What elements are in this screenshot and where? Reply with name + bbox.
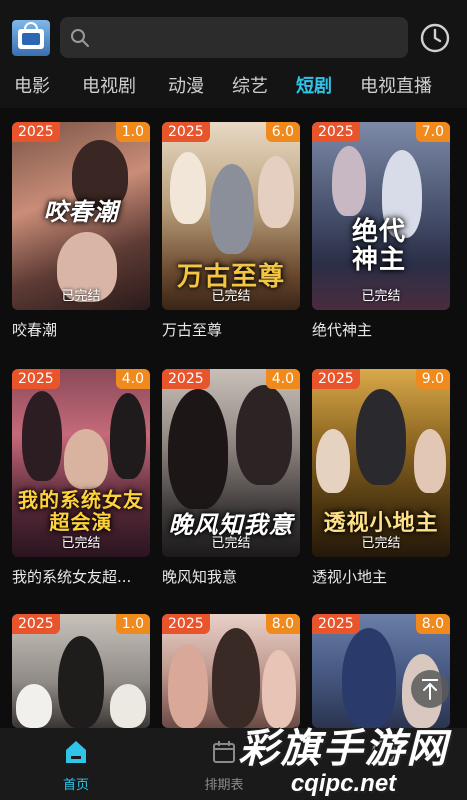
- drama-card[interactable]: 2025 8.0: [162, 614, 300, 728]
- poster-title: 绝代神主: [351, 217, 406, 275]
- back-to-top-button[interactable]: [411, 670, 449, 708]
- year-badge: 2025: [312, 614, 360, 634]
- poster-image: 我的系统女友超会演 2025 4.0 已完结: [12, 369, 150, 557]
- status-label: 已完结: [361, 536, 401, 551]
- top-bar: [0, 0, 467, 68]
- score-badge: 8.0: [265, 614, 300, 634]
- poster-title: 我的系统女友超会演: [18, 488, 144, 534]
- drama-card[interactable]: 2025 1.0: [12, 614, 150, 728]
- poster-image: 透视小地主 2025 9.0 已完结: [312, 369, 450, 557]
- score-badge: 1.0: [115, 614, 150, 634]
- search-icon: [71, 29, 89, 47]
- home-icon: [66, 741, 86, 763]
- card-title: 我的系统女友超...: [12, 568, 132, 586]
- score-badge: 9.0: [415, 369, 450, 389]
- card-title: 晚风知我意: [162, 568, 238, 586]
- nav-home[interactable]: 首页: [36, 738, 116, 793]
- drama-card[interactable]: 透视小地主 2025 9.0 已完结 透视小地主: [312, 369, 450, 587]
- score-badge: 4.0: [265, 369, 300, 389]
- poster-image: 咬春潮 2025 1.0 已完结: [12, 122, 150, 310]
- year-badge: 2025: [12, 122, 60, 142]
- tab-tv-series[interactable]: 电视剧: [82, 72, 136, 98]
- tab-variety[interactable]: 综艺: [232, 72, 268, 98]
- year-badge: 2025: [12, 614, 60, 634]
- score-badge: 6.0: [265, 122, 300, 142]
- drama-card[interactable]: 咬春潮 2025 1.0 已完结 咬春潮: [12, 122, 150, 340]
- status-label: 已完结: [211, 289, 251, 304]
- year-badge: 2025: [312, 122, 360, 142]
- tv-logo-icon[interactable]: [12, 20, 50, 56]
- year-badge: 2025: [12, 369, 60, 389]
- search-input[interactable]: [60, 17, 408, 58]
- poster-image: 2025 8.0: [162, 614, 300, 728]
- status-label: 已完结: [61, 536, 101, 551]
- score-badge: 7.0: [415, 122, 450, 142]
- score-badge: 8.0: [415, 614, 450, 634]
- poster-image: 晚风知我意 2025 4.0 已完结: [162, 369, 300, 557]
- arrow-up-icon: [422, 679, 438, 700]
- watermark-url: cqipc.net: [290, 770, 397, 797]
- poster-title: 咬春潮: [43, 198, 119, 226]
- card-title: 咬春潮: [12, 321, 58, 339]
- card-title: 透视小地主: [312, 568, 388, 586]
- tab-short-drama[interactable]: 短剧: [296, 72, 332, 98]
- status-label: 已完结: [61, 289, 101, 304]
- clock-icon[interactable]: [419, 22, 451, 54]
- score-badge: 4.0: [115, 369, 150, 389]
- poster-image: 万古至尊 2025 6.0 已完结: [162, 122, 300, 310]
- watermark: 彩旗手游网 cqipc.net: [226, 716, 461, 798]
- drama-card[interactable]: 晚风知我意 2025 4.0 已完结 晚风知我意: [162, 369, 300, 587]
- tab-movies[interactable]: 电影: [14, 72, 50, 98]
- category-tabs: 电影 电视剧 动漫 综艺 短剧 电视直播: [0, 68, 467, 108]
- tab-anime[interactable]: 动漫: [168, 72, 204, 98]
- drama-card[interactable]: 绝代神主 2025 7.0 已完结 绝代神主: [312, 122, 450, 340]
- tab-live-tv[interactable]: 电视直播: [360, 72, 432, 98]
- year-badge: 2025: [162, 122, 210, 142]
- year-badge: 2025: [162, 614, 210, 634]
- nav-home-label: 首页: [62, 778, 89, 793]
- poster-image: 2025 1.0: [12, 614, 150, 728]
- drama-card[interactable]: 我的系统女友超会演 2025 4.0 已完结 我的系统女友超...: [12, 369, 150, 587]
- score-badge: 1.0: [115, 122, 150, 142]
- drama-card[interactable]: 万古至尊 2025 6.0 已完结 万古至尊: [162, 122, 300, 340]
- status-label: 已完结: [211, 536, 251, 551]
- year-badge: 2025: [312, 369, 360, 389]
- card-title: 绝代神主: [312, 321, 373, 339]
- status-label: 已完结: [361, 289, 401, 304]
- card-title: 万古至尊: [162, 321, 223, 339]
- watermark-title: 彩旗手游网: [238, 726, 449, 772]
- poster-image: 绝代神主 2025 7.0 已完结: [312, 122, 450, 310]
- year-badge: 2025: [162, 369, 210, 389]
